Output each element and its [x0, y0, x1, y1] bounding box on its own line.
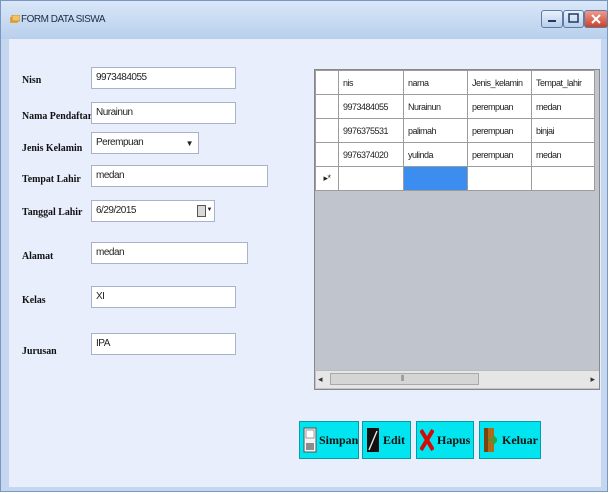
nama-label: Nama Pendaftar — [22, 110, 93, 122]
scroll-left-icon[interactable]: ◂ — [318, 374, 323, 385]
table-header-row: nis nama Jenis_kelamin Tempat_lahir — [315, 70, 595, 95]
calendar-icon[interactable] — [197, 205, 206, 217]
jenis-kelamin-label: Jenis Kelamin — [22, 142, 83, 154]
title-bar[interactable]: FORM DATA SISWA — [1, 1, 608, 39]
grip-icon: ⦀ — [401, 374, 405, 383]
table-cell[interactable]: medan — [531, 94, 595, 119]
column-header-nama[interactable]: nama — [403, 70, 468, 95]
table-cell[interactable]: 9973484055 — [338, 94, 404, 119]
maximize-button[interactable] — [563, 10, 584, 28]
table-row[interactable]: 9976375531 palimah perempuan binjai — [315, 118, 595, 143]
table-cell[interactable]: palimah — [403, 118, 468, 143]
nisn-input[interactable]: 9973484055 — [91, 67, 236, 89]
exit-door-icon — [484, 428, 497, 452]
simpan-button[interactable]: Simpan — [299, 421, 359, 459]
tempat-lahir-input[interactable]: medan — [91, 165, 268, 187]
keluar-button[interactable]: Keluar — [479, 421, 541, 459]
simpan-label: Simpan — [319, 433, 359, 447]
pencil-icon — [367, 428, 379, 452]
row-header[interactable] — [315, 118, 339, 143]
table-cell[interactable]: 9976374020 — [338, 142, 404, 167]
window-title: FORM DATA SISWA — [21, 14, 105, 25]
tanggal-lahir-label: Tanggal Lahir — [22, 206, 83, 218]
table-cell[interactable]: perempuan — [467, 94, 532, 119]
table-cell[interactable]: Nurainun — [403, 94, 468, 119]
scroll-right-icon[interactable]: ▸ — [590, 374, 595, 385]
kelas-input[interactable]: XI — [91, 286, 236, 308]
row-header[interactable] — [315, 142, 339, 167]
table-cell[interactable]: perempuan — [467, 142, 532, 167]
alamat-label: Alamat — [22, 250, 54, 262]
table-cell[interactable] — [531, 166, 595, 191]
jenis-kelamin-select[interactable]: Perempuan ▼ — [91, 132, 199, 154]
jurusan-input[interactable]: IPA — [91, 333, 236, 355]
new-table-row[interactable]: ▸* — [315, 166, 595, 191]
table-cell[interactable]: perempuan — [467, 118, 532, 143]
column-header-nis[interactable]: nis — [338, 70, 404, 95]
data-table: nis nama Jenis_kelamin Tempat_lahir 9973… — [315, 70, 595, 191]
alamat-input[interactable]: medan — [91, 242, 248, 264]
nisn-label: Nisn — [22, 74, 42, 86]
hapus-button[interactable]: Hapus — [416, 421, 474, 459]
chevron-down-icon[interactable]: ▼ — [186, 139, 194, 148]
table-row[interactable]: 9973484055 Nurainun perempuan medan — [315, 94, 595, 119]
table-cell[interactable] — [338, 166, 404, 191]
table-cell[interactable]: binjai — [531, 118, 595, 143]
tanggal-lahir-picker[interactable]: 6/29/2015 ▼ — [91, 200, 215, 222]
column-header-jenis-kelamin[interactable]: Jenis_kelamin — [467, 70, 532, 95]
close-button[interactable] — [584, 10, 608, 28]
tempat-lahir-label: Tempat Lahir — [22, 173, 81, 185]
row-header-corner — [315, 70, 339, 95]
column-header-tempat-lahir[interactable]: Tempat_lahir — [531, 70, 595, 95]
data-grid[interactable]: nis nama Jenis_kelamin Tempat_lahir 9973… — [314, 69, 600, 390]
nama-input[interactable]: Nurainun — [91, 102, 236, 124]
maximize-icon — [568, 13, 579, 23]
tanggal-lahir-value: 6/29/2015 — [96, 205, 137, 216]
row-header[interactable] — [315, 94, 339, 119]
hapus-label: Hapus — [437, 433, 471, 447]
save-icon — [303, 427, 317, 453]
table-cell[interactable]: 9976375531 — [338, 118, 404, 143]
minimize-icon — [548, 20, 556, 22]
table-cell[interactable]: yulinda — [403, 142, 468, 167]
chevron-down-icon[interactable]: ▼ — [207, 207, 213, 213]
new-row-marker-icon: ▸* — [315, 166, 339, 191]
form-icon — [10, 15, 20, 23]
table-cell[interactable]: medan — [531, 142, 595, 167]
edit-label: Edit — [383, 433, 406, 447]
close-icon — [591, 14, 601, 24]
scrollbar-thumb[interactable]: ⦀ — [330, 373, 479, 385]
jenis-kelamin-value: Perempuan — [96, 137, 144, 148]
jurusan-label: Jurusan — [22, 345, 57, 357]
table-row[interactable]: 9976374020 yulinda perempuan medan — [315, 142, 595, 167]
edit-button[interactable]: Edit — [362, 421, 411, 459]
delete-x-icon — [420, 428, 434, 452]
minimize-button[interactable] — [541, 10, 563, 28]
table-cell[interactable] — [467, 166, 532, 191]
kelas-label: Kelas — [22, 294, 46, 306]
table-cell-selected[interactable] — [403, 166, 468, 191]
horizontal-scrollbar[interactable]: ◂ ⦀ ▸ — [316, 370, 599, 388]
keluar-label: Keluar — [502, 433, 538, 447]
